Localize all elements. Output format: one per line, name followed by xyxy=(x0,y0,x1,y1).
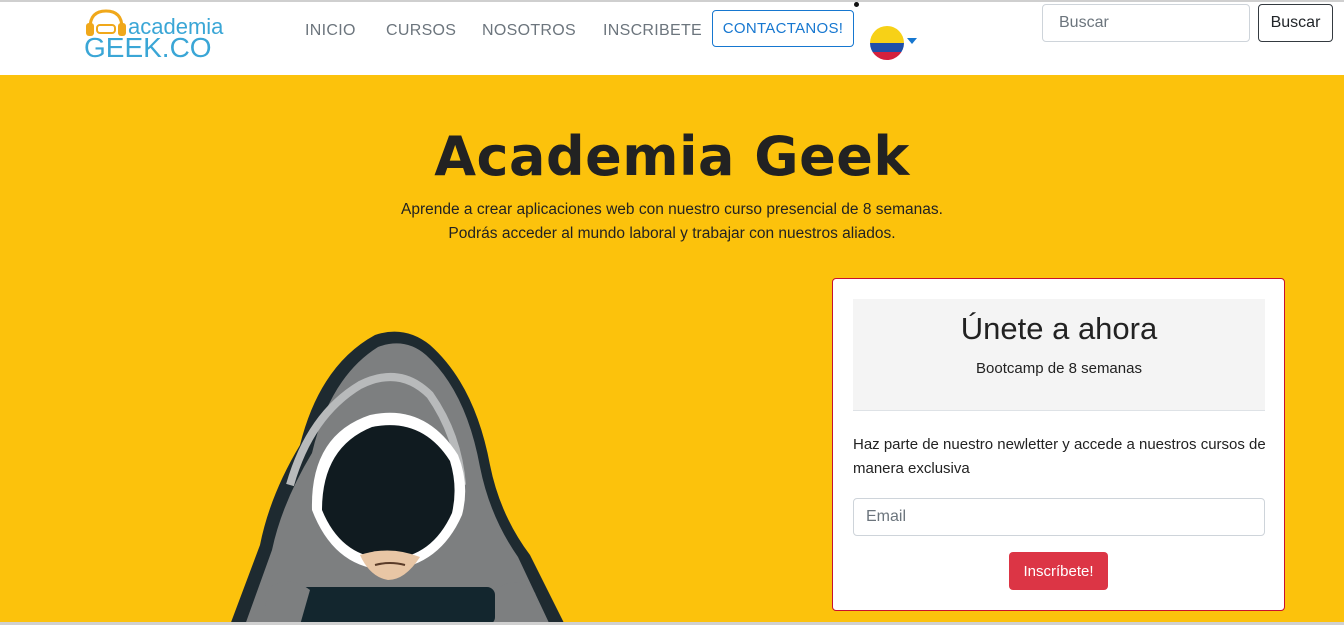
hero-title: Academia Geek xyxy=(434,125,910,188)
nav-link-nosotros[interactable]: NOSOTROS xyxy=(482,22,576,40)
navbar: academia GEEK.CO INICIO CURSOS NOSOTROS … xyxy=(0,2,1344,75)
chevron-down-icon[interactable] xyxy=(907,38,917,44)
signup-card-header: Únete a ahora Bootcamp de 8 semanas xyxy=(853,299,1265,411)
hero-section: Academia Geek Aprende a crear aplicacion… xyxy=(0,75,1344,622)
hero-subtitle-line1: Aprende a crear aplicaciones web con nue… xyxy=(401,201,943,218)
hero-subtitle-line2: Podrás acceder al mundo laboral y trabaj… xyxy=(448,225,896,242)
contact-button[interactable]: CONTACTANOS! xyxy=(712,10,854,47)
logo-text-geekco: GEEK.CO xyxy=(84,32,212,63)
signup-card: Únete a ahora Bootcamp de 8 semanas Haz … xyxy=(832,278,1285,611)
brand-logo[interactable]: academia GEEK.CO xyxy=(84,6,223,63)
hooded-hacker-illustration xyxy=(231,331,564,622)
search-input[interactable] xyxy=(1042,4,1250,42)
nav-link-inscribete[interactable]: INSCRIBETE xyxy=(603,22,702,40)
signup-title: Únete a ahora xyxy=(960,311,1158,346)
colombia-flag-icon[interactable] xyxy=(870,26,904,60)
search-button[interactable]: Buscar xyxy=(1258,4,1333,42)
email-field[interactable] xyxy=(853,498,1265,536)
nav-link-cursos[interactable]: CURSOS xyxy=(386,22,456,40)
signup-description: Haz parte de nuestro newletter y accede … xyxy=(853,436,1266,477)
cursor-dot xyxy=(854,2,859,7)
subscribe-button[interactable]: Inscríbete! xyxy=(1009,552,1108,590)
nav-link-inicio[interactable]: INICIO xyxy=(305,22,356,40)
signup-subtitle: Bootcamp de 8 semanas xyxy=(976,360,1142,377)
